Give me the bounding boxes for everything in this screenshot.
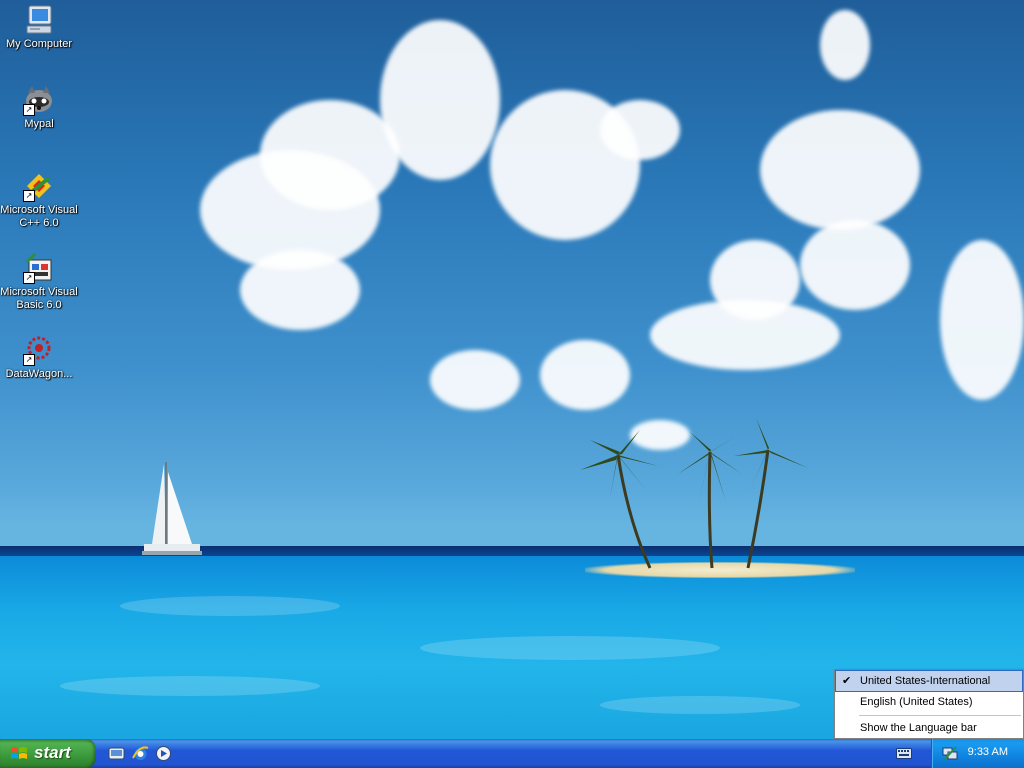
clock[interactable]: 9:33 AM — [968, 746, 1008, 758]
desktop-icon-label: My Computer — [5, 38, 73, 50]
shortcut-arrow-icon: ↗ — [23, 104, 35, 116]
visual-basic-icon: ↗ — [23, 252, 55, 284]
desktop-icon-mypal[interactable]: ↗ Mypal — [0, 84, 78, 131]
shortcut-arrow-icon: ↗ — [23, 272, 35, 284]
windows-flag-icon — [11, 747, 27, 759]
shortcut-arrow-icon: ↗ — [23, 190, 35, 202]
desktop-icon-my-computer[interactable]: My Computer — [0, 4, 78, 51]
palm-trees-image — [580, 418, 808, 569]
media-player-icon[interactable] — [155, 745, 172, 762]
shortcut-arrow-icon: ↗ — [23, 354, 35, 366]
system-tray: 9:33 AM — [931, 739, 1024, 768]
network-tray-icon[interactable] — [942, 745, 958, 761]
datawagon-icon: ↗ — [23, 334, 55, 366]
wallpaper-cloud — [260, 100, 400, 210]
mypal-icon: ↗ — [23, 84, 55, 116]
wallpaper-cloud — [240, 250, 360, 330]
menu-separator — [859, 715, 1021, 716]
wallpaper-cloud — [760, 110, 920, 230]
show-desktop-icon[interactable] — [108, 745, 125, 762]
checkmark-icon: ✔ — [842, 675, 852, 687]
desktop-icon-visual-basic[interactable]: ↗ Microsoft Visual Basic 6.0 — [0, 252, 78, 312]
desktop-icon-label: Microsoft Visual Basic 6.0 — [0, 286, 78, 311]
language-menu-item-label: Show the Language bar — [860, 722, 977, 734]
desktop-icon-datawagon[interactable]: ↗ DataWagon... — [0, 334, 78, 381]
taskbar: start 9:33 AM — [0, 739, 1024, 768]
language-menu-item-english-us[interactable]: English (United States) — [836, 692, 1022, 712]
wallpaper-cloud — [820, 10, 870, 80]
wallpaper-cloud — [380, 20, 500, 180]
wallpaper-cloud — [650, 300, 840, 370]
wallpaper-cloud — [540, 340, 630, 410]
desktop-icon-label: DataWagon... — [5, 368, 73, 380]
start-button[interactable]: start — [0, 739, 96, 768]
desktop-icon-label: Microsoft Visual C++ 6.0 — [0, 204, 78, 229]
start-label: start — [34, 743, 71, 762]
wallpaper-cloud — [430, 350, 520, 410]
language-menu-item-label: English (United States) — [860, 696, 973, 708]
desktop[interactable]: My Computer ↗ Mypal ↗ Microsoft Visual C… — [0, 0, 1024, 739]
my-computer-icon — [23, 4, 55, 36]
language-menu-item-show-language-bar[interactable]: Show the Language bar — [836, 718, 1022, 738]
wallpaper-cloud — [940, 240, 1024, 400]
visual-cpp-icon: ↗ — [23, 170, 55, 202]
sailboat-image — [142, 462, 202, 555]
desktop-icon-label: Mypal — [24, 118, 54, 130]
language-menu-item-label: United States-International — [860, 675, 991, 687]
language-menu: ✔ United States-International English (U… — [834, 669, 1024, 739]
internet-explorer-icon[interactable] — [132, 745, 149, 762]
language-menu-item-us-international[interactable]: ✔ United States-International — [835, 670, 1023, 692]
desktop-icon-visual-cpp[interactable]: ↗ Microsoft Visual C++ 6.0 — [0, 170, 78, 230]
wallpaper-cloud — [600, 100, 680, 160]
wallpaper-cloud — [800, 220, 910, 310]
keyboard-layout-icon[interactable] — [896, 748, 912, 759]
